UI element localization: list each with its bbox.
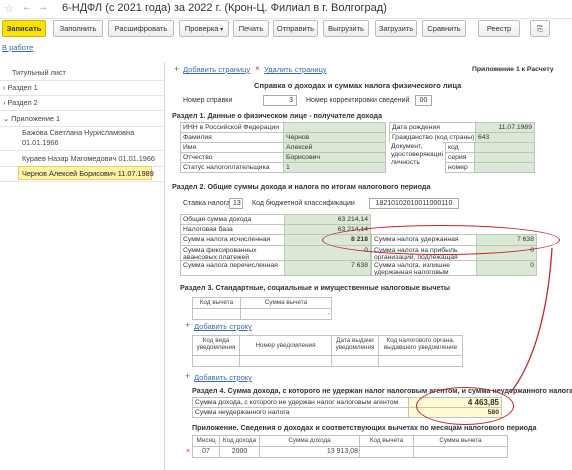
- chevron-right-icon: ›: [3, 98, 6, 107]
- person-item-kuraev[interactable]: Кураев Назар Магомедович 01.01.1966: [22, 154, 155, 163]
- compare-button[interactable]: Сравнить: [422, 20, 466, 37]
- person-item-chernov[interactable]: Чернов Алексей Борисович 11.07.1989: [22, 169, 154, 178]
- in-work-link[interactable]: В работе: [2, 43, 33, 52]
- divider: [0, 110, 165, 111]
- register-button[interactable]: Реестр: [478, 20, 520, 37]
- tree-item-section1-label: Раздел 1: [7, 83, 38, 92]
- status-link-bar: В работе: [0, 43, 160, 55]
- back-arrow-icon[interactable]: ←: [22, 2, 32, 13]
- person-item-bazhova-date[interactable]: 01.01.1966: [22, 138, 59, 147]
- check-label: Проверка: [184, 24, 219, 33]
- tree-item-section2-label: Раздел 2: [7, 98, 38, 107]
- chevron-down-icon: ⌄: [3, 114, 10, 123]
- divider: [0, 80, 165, 81]
- chevron-right-icon: ›: [3, 83, 6, 92]
- report-form: + Добавить страницу × Удалить страницу П…: [166, 62, 572, 470]
- tree-item-section1[interactable]: › Раздел 1: [3, 83, 38, 92]
- divider: [0, 95, 165, 96]
- check-button[interactable]: Проверка ▾: [179, 20, 229, 37]
- person-item-bazhova-name[interactable]: Бажова Светлана Нурисламовна: [22, 128, 134, 137]
- toolbar: Записать Заполнить Расшифровать Проверка…: [0, 20, 572, 39]
- export-button[interactable]: Выгрузить: [323, 20, 369, 37]
- print-button[interactable]: Печать: [233, 20, 269, 37]
- tree-item-appendix1[interactable]: ⌄ Приложение 1: [3, 114, 60, 123]
- annotation-arrow: [510, 247, 553, 393]
- divider: [0, 181, 165, 182]
- sections-tree: Титульный лист › Раздел 1 › Раздел 2 ⌄ П…: [0, 62, 165, 470]
- divider: [0, 150, 165, 151]
- title-bar: ☆ ← → 6-НДФЛ (с 2021 года) за 2022 г. (К…: [0, 0, 572, 19]
- tree-item-title-sheet[interactable]: Титульный лист: [12, 68, 66, 77]
- import-button[interactable]: Загрузить: [375, 20, 417, 37]
- save-button[interactable]: Записать: [2, 20, 46, 37]
- star-icon[interactable]: ☆: [4, 2, 14, 15]
- attachment-icon[interactable]: ⎘: [530, 20, 550, 37]
- decode-button[interactable]: Расшифровать: [108, 20, 174, 37]
- forward-arrow-icon[interactable]: →: [38, 2, 48, 13]
- tree-item-section2[interactable]: › Раздел 2: [3, 98, 38, 107]
- tree-item-appendix1-label: Приложение 1: [11, 114, 61, 123]
- window-title: 6-НДФЛ (с 2021 года) за 2022 г. (Крон-Ц.…: [62, 2, 387, 14]
- divider: [0, 126, 165, 127]
- send-button[interactable]: Отправить: [273, 20, 318, 37]
- chevron-down-icon: ▾: [218, 27, 224, 33]
- fill-button[interactable]: Заполнить: [53, 20, 103, 37]
